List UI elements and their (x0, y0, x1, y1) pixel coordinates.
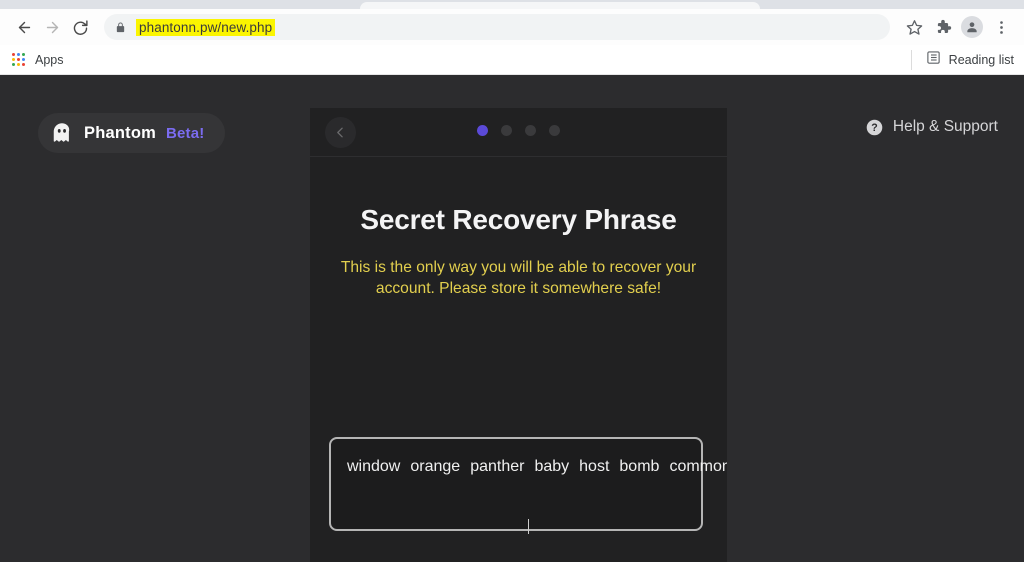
reading-list-icon (926, 50, 941, 70)
recovery-phrase-modal: Secret Recovery Phrase This is the only … (310, 108, 727, 562)
svg-text:?: ? (871, 122, 877, 134)
avatar-icon[interactable] (959, 14, 985, 40)
seed-word: window (347, 458, 401, 475)
tab-strip (0, 0, 1024, 9)
three-dot-menu-icon[interactable] (988, 14, 1014, 40)
question-mark-circle-icon: ? (866, 119, 883, 136)
seed-word: host (579, 458, 610, 475)
phantom-ghost-icon (50, 121, 74, 145)
text-caret (528, 519, 529, 534)
puzzle-piece-icon[interactable] (930, 14, 956, 40)
reading-list-shortcut[interactable]: Reading list (910, 49, 1014, 70)
brand-name: Phantom (84, 123, 156, 142)
page-title: Secret Recovery Phrase (360, 204, 677, 235)
pagination-dot-4[interactable] (549, 125, 560, 136)
browser-tab[interactable] (360, 2, 760, 9)
url-text[interactable]: phantonn.pw/new.php (136, 18, 276, 36)
pagination-dot-1[interactable] (477, 125, 488, 136)
browser-chrome: phantonn.pw/new.php Apps Reading list (0, 0, 1024, 75)
back-arrow-icon[interactable] (10, 13, 38, 41)
reload-icon[interactable] (66, 13, 94, 41)
help-support-link[interactable]: ? Help & Support (866, 118, 998, 136)
seed-word: baby (534, 458, 570, 475)
seed-word: panther (470, 458, 525, 475)
seed-word: bomb (619, 458, 660, 475)
brand-beta-label: Beta! (165, 124, 205, 142)
forward-arrow-icon[interactable] (38, 13, 66, 41)
seed-phrase-box[interactable]: windoworangepantherbabyhostbombcommonfro… (329, 437, 727, 534)
address-bar[interactable]: phantonn.pw/new.php (104, 14, 890, 40)
apps-label: Apps (35, 52, 64, 67)
page-content: Phantom Beta! ? Help & Support Secret Re… (0, 75, 1024, 562)
pagination-dot-3[interactable] (525, 125, 536, 136)
bookmarks-bar: Apps Reading list (0, 45, 1024, 75)
phantom-brand-badge[interactable]: Phantom Beta! (38, 113, 225, 153)
seed-phrase-words: windoworangepantherbabyhostbombcommonfro… (347, 455, 727, 479)
seed-word: common (669, 458, 727, 475)
apps-grid-icon (10, 52, 26, 68)
modal-body: Secret Recovery Phrase This is the only … (310, 204, 727, 300)
reading-list-label: Reading list (948, 52, 1014, 67)
apps-shortcut[interactable]: Apps (10, 52, 64, 68)
pagination-dots (310, 125, 727, 136)
help-support-label: Help & Support (892, 118, 998, 135)
modal-header (310, 108, 727, 157)
star-icon[interactable] (901, 14, 927, 40)
pagination-dot-2[interactable] (501, 125, 512, 136)
lock-icon (114, 21, 127, 34)
seed-word: orange (410, 458, 461, 475)
warning-text: This is the only way you will be able to… (340, 259, 697, 298)
browser-toolbar: phantonn.pw/new.php (0, 9, 1024, 45)
